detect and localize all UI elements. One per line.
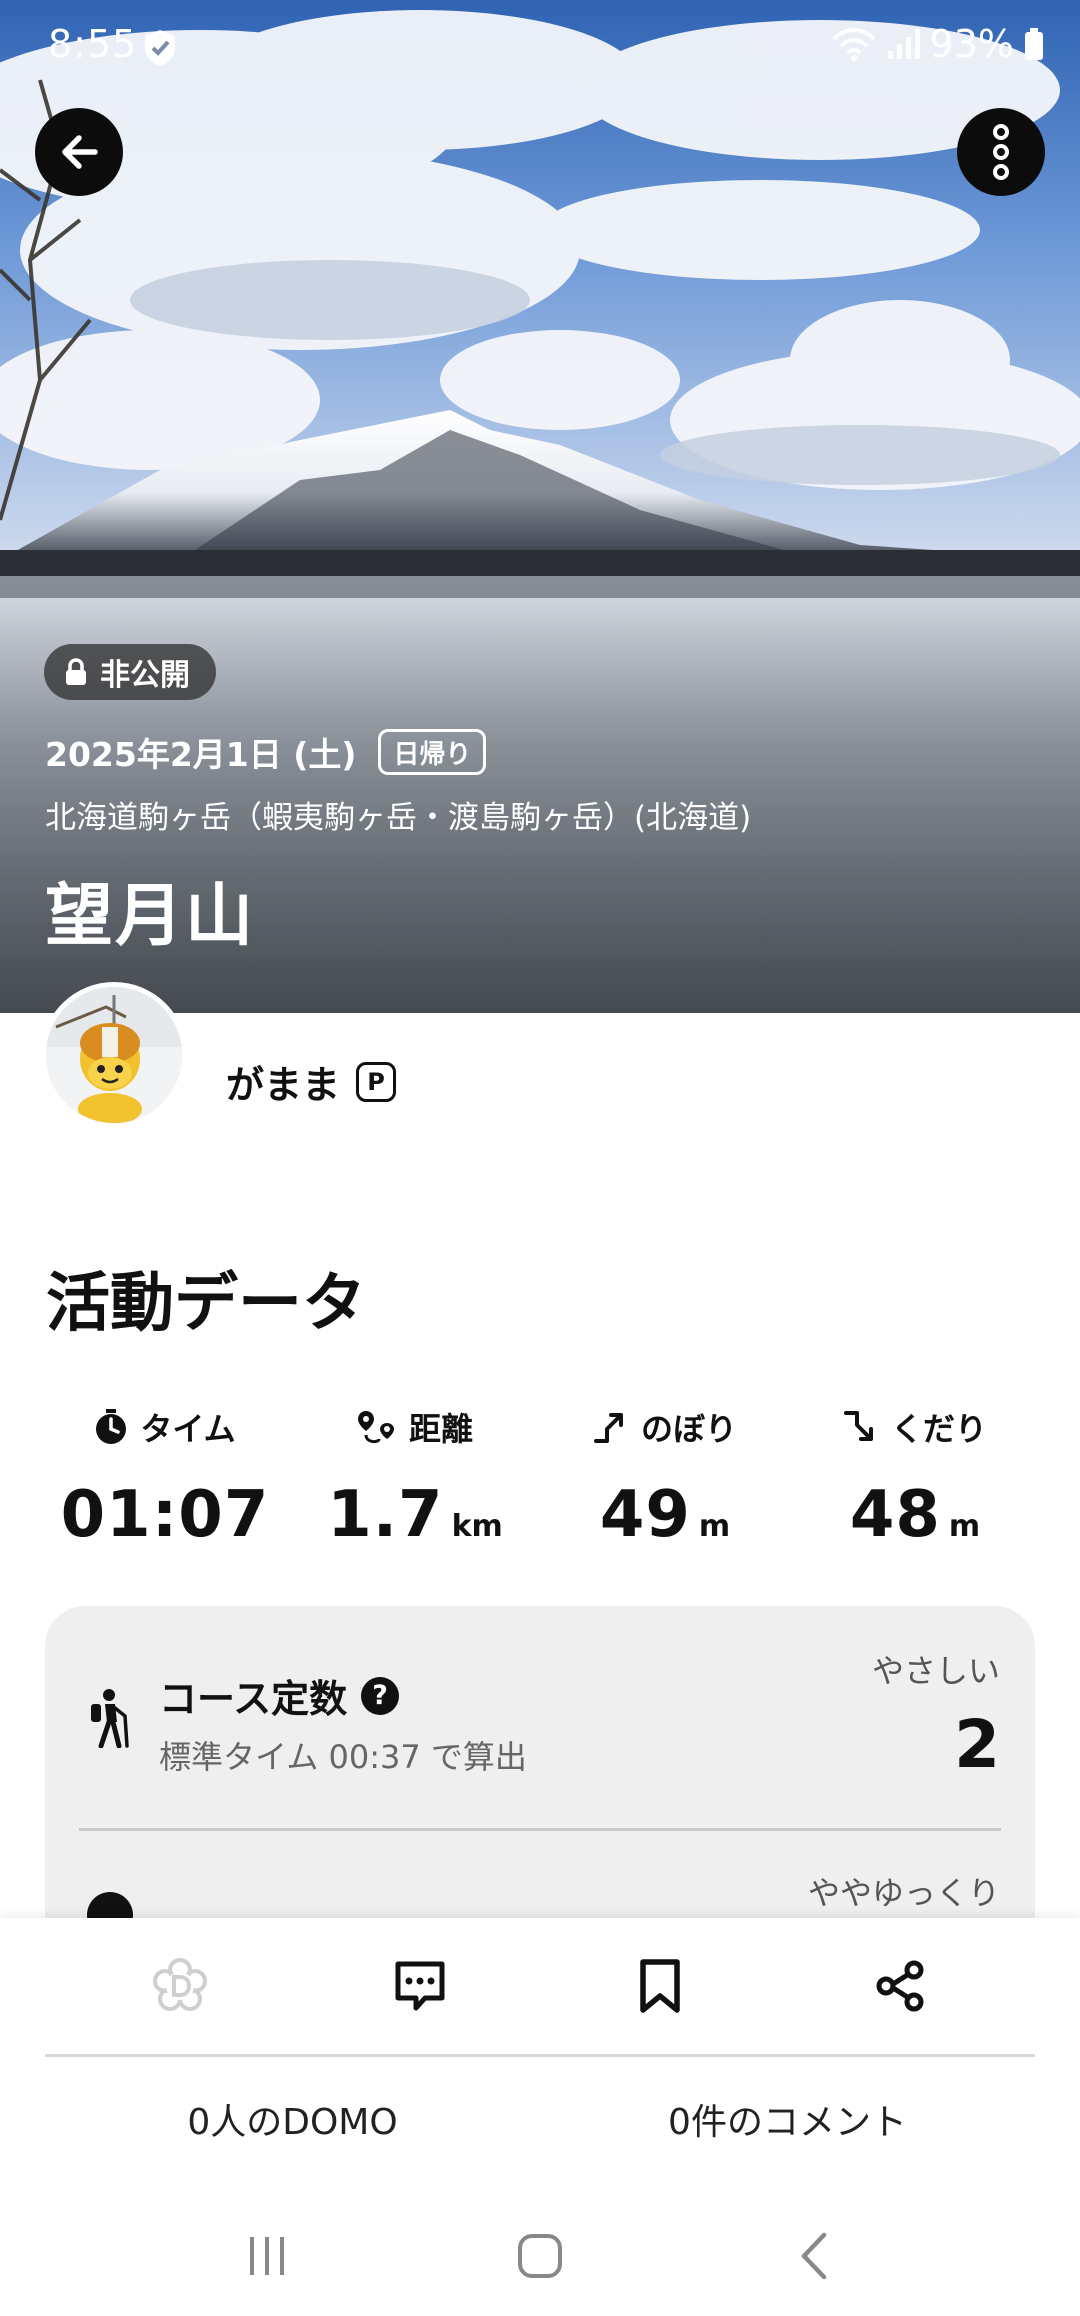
trip-type-badge: 日帰り <box>378 729 487 775</box>
home-icon <box>517 2234 562 2278</box>
pace-level: ややゆっくり <box>807 1874 1000 1912</box>
help-icon[interactable]: ? <box>361 1676 400 1715</box>
activity-stats: タイム 01:07 距離 1.7 km のぼり 49 m くだり 48 m <box>40 1404 1040 1552</box>
stopwatch-icon <box>96 1409 127 1444</box>
stat-unit: m <box>698 1509 731 1544</box>
bookmark-button[interactable] <box>540 1918 780 2054</box>
activity-date-row: 2025年2月1日 (土) 日帰り <box>45 728 487 776</box>
signal-icon <box>887 29 920 59</box>
privacy-badge: 非公開 <box>44 644 216 700</box>
mountain-area[interactable]: 北海道駒ヶ岳（蝦夷駒ヶ岳・渡島駒ヶ岳）(北海道) <box>45 792 751 837</box>
stat-label: タイム <box>140 1410 236 1448</box>
comment-icon <box>395 1961 445 2011</box>
share-icon <box>876 1960 924 2012</box>
shield-icon <box>145 30 175 66</box>
page-title: 望月山 <box>45 877 256 956</box>
bookmark-icon <box>640 1959 680 2013</box>
privacy-label: 非公開 <box>100 658 190 693</box>
more-options-button[interactable] <box>957 108 1045 196</box>
home-button[interactable] <box>495 2216 585 2296</box>
stat-value: 01:07 <box>60 1478 270 1552</box>
ascent-icon <box>593 1413 623 1443</box>
section-title-activity: 活動データ <box>46 1267 366 1341</box>
domo-count[interactable]: 0人のDOMO <box>45 2093 540 2145</box>
course-constant-row: コース定数 ? 標準タイム 00:37 で算出 やさしい 2 <box>45 1606 1035 1830</box>
recent-apps-button[interactable] <box>222 2216 312 2296</box>
lock-icon <box>66 658 86 685</box>
divider <box>45 2054 1035 2057</box>
stat-distance: 距離 1.7 km <box>290 1404 540 1552</box>
stat-value: 1.7 <box>327 1478 444 1552</box>
stat-unit: km <box>451 1509 503 1544</box>
stat-label: のぼり <box>640 1410 737 1448</box>
user-row[interactable]: がまま P <box>226 1054 397 1109</box>
premium-icon: P <box>356 1061 397 1102</box>
course-constant-title: コース定数 <box>159 1677 348 1721</box>
battery-percent: 93% <box>929 22 1014 66</box>
comment-count[interactable]: 0件のコメント <box>540 2093 1035 2145</box>
domo-icon <box>153 1958 207 2011</box>
wifi-icon <box>832 28 875 61</box>
stat-label: くだり <box>890 1410 987 1448</box>
route-pin-icon <box>357 1411 394 1444</box>
user-name[interactable]: がまま <box>226 1054 340 1109</box>
stat-unit: m <box>948 1509 981 1544</box>
stat-label: 距離 <box>408 1410 473 1448</box>
stat-value: 49 <box>599 1478 691 1552</box>
stat-descent: くだり 48 m <box>790 1404 1040 1552</box>
descent-icon <box>843 1411 873 1441</box>
status-time: 8:55 <box>48 22 138 66</box>
stat-time: タイム 01:07 <box>40 1404 290 1552</box>
recent-apps-icon <box>249 2237 284 2275</box>
hiker-icon <box>91 1689 129 1748</box>
course-constant-value: 2 <box>954 1706 1000 1783</box>
stat-ascent: のぼり 49 m <box>540 1404 790 1552</box>
avatar-image <box>46 987 182 1123</box>
share-button[interactable] <box>780 1918 1020 2054</box>
stat-value: 48 <box>849 1478 941 1552</box>
more-vertical-icon <box>993 124 1009 180</box>
battery-icon <box>1025 28 1043 60</box>
avatar[interactable] <box>41 982 187 1128</box>
system-nav-bar <box>0 2196 1080 2316</box>
course-constant-subtitle: 標準タイム 00:37 で算出 <box>159 1738 527 1776</box>
back-button[interactable] <box>35 108 123 196</box>
domo-button[interactable] <box>60 1918 300 2054</box>
divider <box>79 1828 1001 1831</box>
system-back-button[interactable] <box>768 2216 858 2296</box>
activity-date: 2025年2月1日 (土) <box>45 735 357 774</box>
arrow-left-icon <box>62 135 98 169</box>
chevron-left-icon <box>802 2232 827 2280</box>
course-difficulty-level: やさしい <box>871 1652 1000 1690</box>
comment-button[interactable] <box>300 1918 540 2054</box>
course-info-card: コース定数 ? 標準タイム 00:37 で算出 やさしい 2 ややゆっくり <box>45 1606 1035 1946</box>
status-bar: 8:55 93% <box>0 0 1080 92</box>
